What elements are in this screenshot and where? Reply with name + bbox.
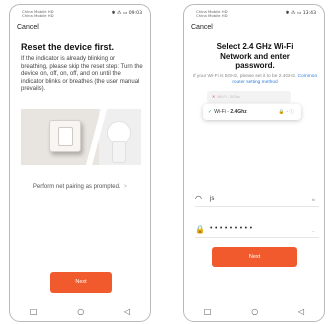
password-field[interactable]: 🔒 ••••••••• ⌄ — [195, 225, 319, 238]
reset-illustration — [21, 109, 141, 165]
lock-icon: 🔒 — [195, 225, 205, 234]
wifi-5ghz-label: Wi-Fi - 5Ghz — [217, 94, 240, 99]
bulb-base — [112, 141, 126, 163]
system-nav-bar: □ ○ ◁ — [184, 306, 324, 316]
chevron-right-icon: > — [123, 184, 128, 190]
recent-apps-icon[interactable]: □ — [204, 307, 212, 316]
ssid-field[interactable]: ◠ js ⇆ — [195, 194, 319, 207]
status-icons: ✱ ⁂ ▭ 13:43 — [285, 11, 316, 16]
cancel-button[interactable]: Cancel — [191, 24, 213, 31]
check-icon: ✓ — [208, 109, 213, 115]
ssid-input[interactable]: js — [210, 196, 214, 202]
wifi-24ghz-option: ✓ Wi-Fi - 2.4Ghz 🔒 ◔ ⓘ — [203, 104, 301, 120]
wifi-24-prefix: Wi-Fi - — [214, 109, 231, 115]
status-bar: China Mobile HD China Mobile HD ✱ ⁂ ▭ 13… — [184, 9, 324, 20]
cancel-button[interactable]: Cancel — [17, 24, 39, 31]
page-title: Reset the device first. — [21, 42, 115, 52]
carrier-text: China Mobile HD China Mobile HD — [196, 9, 228, 19]
next-button[interactable]: Next — [50, 272, 112, 293]
status-bar: China Mobile HD China Mobile HD ✱ ⁂ ▭ 09… — [10, 9, 150, 20]
home-icon[interactable]: ○ — [77, 307, 84, 316]
pairing-prompt-link[interactable]: Perform net pairing as prompted. > — [10, 184, 150, 190]
lock-wifi-icon: 🔒 ◔ ⓘ — [278, 109, 294, 114]
back-icon[interactable]: ◁ — [124, 307, 130, 316]
recent-apps-icon[interactable]: □ — [30, 307, 38, 316]
reset-instructions: If the indicator is already blinking or … — [21, 56, 143, 93]
system-nav-bar: □ ○ ◁ — [10, 306, 150, 316]
wifi-24-band: 2.4Ghz — [230, 109, 247, 115]
back-icon[interactable]: ◁ — [298, 307, 304, 316]
cross-icon: ✕ — [212, 94, 216, 99]
pairing-prompt-text: Perform net pairing as prompted. — [32, 184, 121, 190]
wifi-hint-text: If your Wi-Fi is 5GHz, please set it to … — [192, 74, 297, 79]
password-input[interactable]: ••••••••• — [210, 225, 255, 232]
page-title: Select 2.4 GHz Wi-Fi Network and enter p… — [216, 42, 294, 71]
switch-rocker — [58, 127, 73, 146]
carrier-text: China Mobile HD China Mobile HD — [22, 9, 54, 19]
light-switch-icon — [49, 120, 81, 152]
status-icons: ✱ ⁂ ▭ 09:03 — [111, 11, 142, 16]
wifi-band-illustration: ✕ Wi-Fi - 5Ghz ✓ Wi-Fi - 2.4Ghz 🔒 ◔ ⓘ — [203, 91, 301, 124]
next-button[interactable]: Next — [212, 247, 297, 267]
chevron-down-icon[interactable]: ⌄ — [312, 228, 315, 233]
phone-wifi-screen: China Mobile HD China Mobile HD ✱ ⁂ ▭ 13… — [183, 4, 325, 322]
phone-reset-screen: China Mobile HD China Mobile HD ✱ ⁂ ▭ 09… — [9, 4, 151, 322]
wifi-hint: If your Wi-Fi is 5GHz, please set it to … — [192, 74, 318, 86]
wifi-5ghz-option: ✕ Wi-Fi - 5Ghz — [207, 91, 291, 103]
switch-network-icon[interactable]: ⇆ — [312, 197, 315, 202]
wifi-icon: ◠ — [195, 194, 202, 203]
home-icon[interactable]: ○ — [251, 307, 258, 316]
